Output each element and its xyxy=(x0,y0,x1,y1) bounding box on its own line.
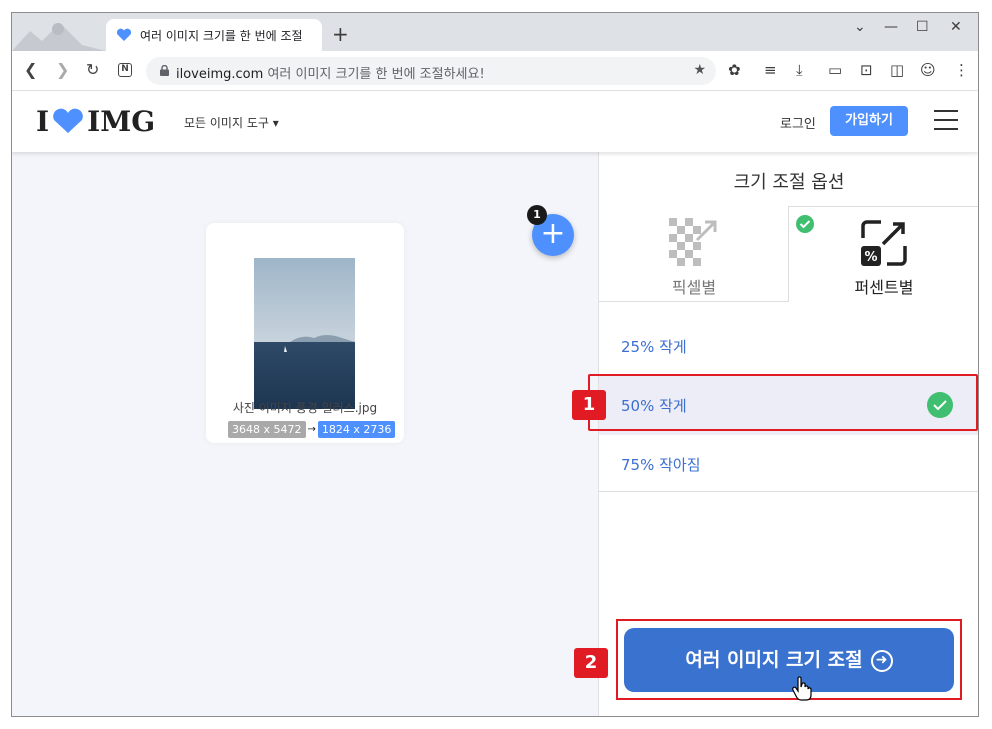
minimize-button[interactable]: — xyxy=(884,19,898,35)
panel-title: 크기 조절 옵션 xyxy=(733,172,845,193)
login-link[interactable]: 로그인 xyxy=(780,113,816,132)
address-bar[interactable]: iloveimg.com 여러 이미지 크기를 한 번에 조절하세요! ★ xyxy=(146,57,716,85)
heart-logo-icon xyxy=(53,108,83,133)
svg-text:%: % xyxy=(864,250,877,265)
url-text: iloveimg.com 여러 이미지 크기를 한 번에 조절하세요! xyxy=(176,63,485,82)
browser-window: 여러 이미지 크기를 한 번에 조절 + ⌄ — ☐ ✕ ❮ ❯ ↻ N ilo… xyxy=(11,12,979,717)
option-25-percent[interactable]: 25% 작게 xyxy=(599,317,978,376)
close-window-button[interactable]: ✕ xyxy=(950,19,962,35)
screenshot-icon[interactable]: ⊡ xyxy=(860,61,873,79)
bookmark-star-icon[interactable]: ★ xyxy=(693,62,706,78)
tab-by-pixels[interactable]: 픽셀별 xyxy=(599,206,789,302)
iloveimg-logo[interactable]: I IMG xyxy=(36,104,156,138)
logo-letter-i: I xyxy=(36,104,50,138)
menu-dots-icon[interactable]: ⋮ xyxy=(954,61,969,79)
tab-title: 여러 이미지 크기를 한 번에 조절 xyxy=(140,29,303,43)
side-panel-icon[interactable]: ◫ xyxy=(890,61,904,79)
tab-decoration-icon xyxy=(12,23,106,51)
step2-highlight xyxy=(616,619,962,700)
image-count-badge: 1 xyxy=(527,205,547,225)
lock-icon xyxy=(160,65,169,76)
percent-resize-icon: % xyxy=(861,220,907,266)
heart-favicon-icon xyxy=(116,28,132,41)
original-dimensions: 3648 x 5472 xyxy=(228,421,306,438)
by-percentage-label: 퍼센트별 xyxy=(854,278,914,297)
file-name: 사진 이미지 풍경 일러스.jpg xyxy=(232,401,378,415)
selected-check-icon xyxy=(796,215,814,233)
reading-list-icon[interactable]: ≡ xyxy=(764,61,777,79)
back-icon[interactable]: ❮ xyxy=(24,60,37,79)
forward-icon[interactable]: ❯ xyxy=(56,60,69,79)
browser-toolbar: ❮ ❯ ↻ N iloveimg.com 여러 이미지 크기를 한 번에 조절하… xyxy=(12,51,978,91)
option-75-percent[interactable]: 75% 작아짐 xyxy=(599,435,978,492)
tab-search-icon[interactable]: ⌄ xyxy=(854,19,866,35)
hamburger-menu-icon[interactable] xyxy=(934,110,958,130)
dimension-labels: 3648 x 5472 → 1824 x 2736 xyxy=(228,421,396,438)
step1-highlight xyxy=(588,374,978,431)
n-extension-icon[interactable]: N xyxy=(118,63,132,77)
pixel-resize-icon xyxy=(669,218,717,266)
url-site: iloveimg.com xyxy=(176,67,264,82)
browser-tab[interactable]: 여러 이미지 크기를 한 번에 조절 xyxy=(106,19,322,51)
extensions-icon[interactable]: ✿ xyxy=(728,61,741,79)
tab-strip: 여러 이미지 크기를 한 번에 조절 + ⌄ — ☐ ✕ xyxy=(12,13,978,51)
image-card[interactable]: 사진 이미지 풍경 일러스.jpg 3648 x 5472 → 1824 x 2… xyxy=(206,223,404,443)
reload-icon[interactable]: ↻ xyxy=(86,60,99,79)
new-tab-button[interactable]: + xyxy=(332,24,349,44)
tab-by-percentage[interactable]: % 퍼센트별 xyxy=(789,206,978,302)
screen-cast-icon[interactable]: ▭ xyxy=(828,61,842,79)
maximize-button[interactable]: ☐ xyxy=(916,19,929,35)
url-page-title: 여러 이미지 크기를 한 번에 조절하세요! xyxy=(267,67,485,82)
option-label: 75% 작아짐 xyxy=(621,456,701,474)
step2-number: 2 xyxy=(574,648,608,678)
sea-photo-thumbnail xyxy=(254,258,355,409)
option-label: 25% 작게 xyxy=(621,338,687,356)
step1-number: 1 xyxy=(572,390,606,420)
dimension-arrow-icon: → xyxy=(307,424,316,435)
image-workspace: 사진 이미지 풍경 일러스.jpg 3648 x 5472 → 1824 x 2… xyxy=(12,152,598,716)
all-tools-dropdown[interactable]: 모든 이미지 도구 ▾ xyxy=(184,114,279,131)
site-header: I IMG 모든 이미지 도구 ▾ 로그인 가입하기 xyxy=(12,92,978,152)
profile-icon[interactable]: ☺ xyxy=(920,61,936,79)
hand-cursor-icon xyxy=(792,676,812,701)
by-pixels-label: 픽셀별 xyxy=(671,278,717,297)
signup-button[interactable]: 가입하기 xyxy=(830,106,908,136)
download-icon[interactable]: ⤓ xyxy=(796,61,803,79)
logo-letters-img: IMG xyxy=(87,104,156,138)
new-dimensions: 1824 x 2736 xyxy=(317,421,396,438)
